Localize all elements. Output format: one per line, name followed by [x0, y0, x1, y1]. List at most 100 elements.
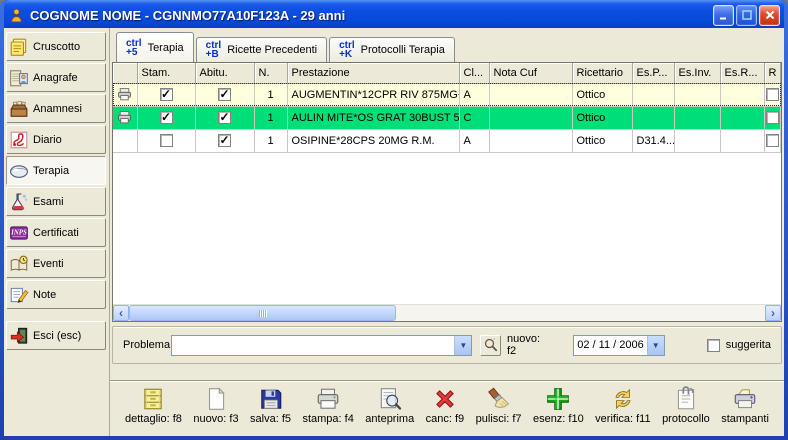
- scroll-right-button[interactable]: [765, 305, 781, 321]
- col-header-abitu[interactable]: Abitu.: [195, 63, 254, 83]
- canc-button[interactable]: canc: f9: [423, 385, 468, 436]
- tab-ricette-precedenti[interactable]: ctrl+B Ricette Precedenti: [196, 37, 327, 62]
- sidebar-item-label: Certificati: [33, 227, 79, 239]
- printer-icon: [117, 110, 133, 125]
- cell-nota-cuf: [489, 83, 572, 106]
- r-checkbox[interactable]: [766, 111, 779, 124]
- sidebar-item-label: Anamnesi: [33, 103, 82, 115]
- close-button[interactable]: [759, 5, 780, 26]
- tab-shortcut: ctrl+B: [206, 41, 222, 59]
- col-header-es-r[interactable]: Es.R...: [720, 63, 764, 83]
- toolbar-button-label: canc: f9: [426, 413, 465, 425]
- note-pencil-icon: [9, 285, 29, 305]
- suggested-label: suggerita: [726, 339, 771, 351]
- refresh-arrows-icon: [610, 386, 636, 412]
- minimize-button[interactable]: [713, 5, 734, 26]
- cell-es-r: [720, 83, 764, 106]
- sidebar-item-note[interactable]: Note: [6, 280, 106, 309]
- col-header-icon[interactable]: [113, 63, 137, 83]
- sidebar-item-eventi[interactable]: Eventi: [6, 249, 106, 278]
- app-window: COGNOME NOME - CGNNMO77A10F123A - 29 ann…: [0, 0, 788, 440]
- horizontal-scrollbar[interactable]: [113, 304, 781, 321]
- sidebar: Cruscotto Anagrafe Anamnesi Diario Terap…: [4, 28, 110, 436]
- stampanti-button[interactable]: stampanti: [718, 385, 772, 436]
- table-empty-area: [113, 153, 781, 305]
- green-cross-icon: [545, 386, 571, 412]
- date-picker[interactable]: 02 / 11 / 2006: [573, 335, 664, 356]
- paperclip-sheet-icon: [673, 386, 699, 412]
- scrollbar-track[interactable]: [129, 305, 765, 321]
- table-row[interactable]: 1 AULIN MITE*OS GRAT 30BUST 50MG C Ottic…: [113, 106, 781, 129]
- col-header-cl[interactable]: Cl...: [459, 63, 489, 83]
- sidebar-item-anagrafe[interactable]: Anagrafe: [6, 63, 106, 92]
- table-row[interactable]: 1 OSIPINE*28CPS 20MG R.M. A Ottico D31.4…: [113, 129, 781, 152]
- stam-checkbox[interactable]: [160, 111, 173, 124]
- sidebar-item-esci[interactable]: Esci (esc): [6, 321, 106, 350]
- chevron-down-icon[interactable]: [454, 336, 471, 355]
- stampa-button[interactable]: stampa: f4: [299, 385, 356, 436]
- abitu-checkbox[interactable]: [218, 111, 231, 124]
- col-header-r[interactable]: R: [764, 63, 781, 83]
- esenz-button[interactable]: esenz: f10: [530, 385, 587, 436]
- sidebar-item-diario[interactable]: Diario: [6, 125, 106, 154]
- sidebar-item-label: Note: [33, 289, 56, 301]
- abitu-checkbox[interactable]: [218, 88, 231, 101]
- col-header-prestazione[interactable]: Prestazione: [287, 63, 459, 83]
- col-header-ricettario[interactable]: Ricettario: [572, 63, 632, 83]
- search-button[interactable]: [480, 335, 501, 356]
- verifica-button[interactable]: verifica: f11: [592, 385, 653, 436]
- chevron-down-icon[interactable]: [647, 336, 664, 355]
- cell-nota-cuf: [489, 106, 572, 129]
- cell-nota-cuf: [489, 129, 572, 152]
- sidebar-item-label: Cruscotto: [33, 41, 80, 53]
- floppy-disk-icon: [258, 386, 284, 412]
- col-header-es-inv[interactable]: Es.Inv.: [674, 63, 720, 83]
- anteprima-button[interactable]: anteprima: [362, 385, 417, 436]
- tab-terapia[interactable]: ctrl+5 Terapia: [116, 32, 194, 62]
- r-checkbox[interactable]: [766, 134, 779, 147]
- suggested-checkbox[interactable]: [707, 339, 720, 352]
- protocollo-button[interactable]: protocollo: [659, 385, 713, 436]
- col-header-es-p[interactable]: Es.P...: [632, 63, 674, 83]
- cell-es-inv: [674, 129, 720, 152]
- cell-cl: A: [459, 129, 489, 152]
- toolbar-button-label: salva: f5: [250, 413, 291, 425]
- sidebar-item-cruscotto[interactable]: Cruscotto: [6, 32, 106, 61]
- color-printer-icon: [732, 386, 758, 412]
- dettaglio-button[interactable]: dettaglio: f8: [122, 385, 185, 436]
- scroll-left-button[interactable]: [113, 305, 129, 321]
- r-checkbox[interactable]: [766, 88, 779, 101]
- table-row[interactable]: 1 AUGMENTIN*12CPR RIV 875MG+125M A Ottic…: [113, 83, 781, 106]
- problem-combobox-value[interactable]: [172, 336, 454, 355]
- toolbar-button-label: anteprima: [365, 413, 414, 425]
- salva-button[interactable]: salva: f5: [247, 385, 294, 436]
- cell-prestazione: OSIPINE*28CPS 20MG R.M.: [287, 129, 459, 152]
- toolbar-button-label: stampa: f4: [302, 413, 353, 425]
- scrollbar-thumb[interactable]: [129, 305, 396, 321]
- tab-shortcut: ctrl+5: [126, 39, 142, 57]
- col-header-stam[interactable]: Stam.: [137, 63, 195, 83]
- svg-text:INPS: INPS: [10, 229, 27, 236]
- exit-door-icon: [9, 326, 29, 346]
- problem-combobox[interactable]: [171, 335, 472, 356]
- sidebar-item-esami[interactable]: Esami: [6, 187, 106, 216]
- prescriptions-table: Stam. Abitu. N. Prestazione Cl... Nota C…: [112, 62, 782, 322]
- sidebar-item-label: Anagrafe: [33, 72, 78, 84]
- abitu-checkbox[interactable]: [218, 134, 231, 147]
- col-header-nota-cuf[interactable]: Nota Cuf: [489, 63, 572, 83]
- title-bar[interactable]: COGNOME NOME - CGNNMO77A10F123A - 29 ann…: [4, 0, 784, 28]
- stam-checkbox[interactable]: [160, 134, 173, 147]
- preview-magnifier-icon: [377, 386, 403, 412]
- tab-protocolli-terapia[interactable]: ctrl+K Protocolli Terapia: [329, 37, 455, 62]
- sidebar-item-terapia[interactable]: Terapia: [6, 156, 106, 185]
- stam-checkbox[interactable]: [160, 88, 173, 101]
- suggested-option[interactable]: suggerita: [707, 339, 771, 352]
- sidebar-item-anamnesi[interactable]: Anamnesi: [6, 94, 106, 123]
- pulisci-button[interactable]: pulisci: f7: [473, 385, 525, 436]
- sidebar-item-label: Diario: [33, 134, 62, 146]
- sidebar-item-certificati[interactable]: INPS Certificati: [6, 218, 106, 247]
- maximize-button[interactable]: [736, 5, 757, 26]
- nuovo-button[interactable]: nuovo: f3: [190, 385, 241, 436]
- col-header-n[interactable]: N.: [254, 63, 287, 83]
- date-value[interactable]: 02 / 11 / 2006: [574, 336, 646, 355]
